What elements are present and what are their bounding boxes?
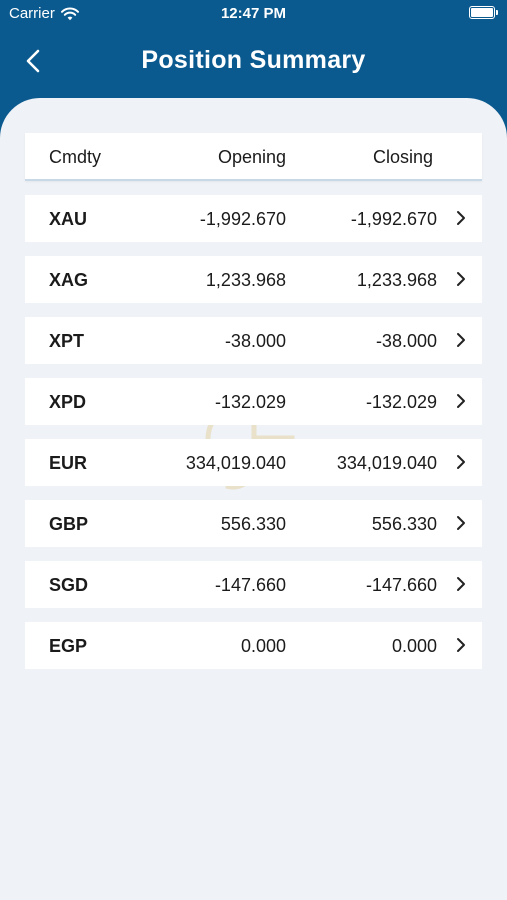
table-row[interactable]: SGD -147.660 -147.660 <box>25 561 482 608</box>
chevron-right-icon <box>457 638 465 652</box>
opening-value: -132.029 <box>214 392 286 412</box>
closing-value: -132.029 <box>365 392 437 412</box>
status-bar: Carrier 12:47 PM <box>0 0 507 28</box>
content-sheet: Cmdty Opening Closing XAU -1,992.670 -1,… <box>0 98 507 900</box>
closing-value: -147.660 <box>365 575 437 595</box>
chevron-right-icon <box>457 211 465 225</box>
table-row[interactable]: EUR 334,019.040 334,019.040 <box>25 439 482 486</box>
table-row[interactable]: XPT -38.000 -38.000 <box>25 317 482 364</box>
table-row[interactable]: XAG 1,233.968 1,233.968 <box>25 256 482 303</box>
opening-value: -147.660 <box>214 575 286 595</box>
chevron-right-icon <box>457 333 465 347</box>
commodity-code: XAG <box>49 270 89 290</box>
chevron-right-icon <box>457 577 465 591</box>
closing-value: 556.330 <box>371 514 437 534</box>
commodity-code: EUR <box>49 453 88 473</box>
opening-value: 0.000 <box>240 636 286 656</box>
chevron-right-icon <box>457 516 465 530</box>
opening-value: 1,233.968 <box>205 270 286 290</box>
table-header: Cmdty Opening Closing <box>25 133 482 181</box>
table-row[interactable]: XAU -1,992.670 -1,992.670 <box>25 195 482 242</box>
page-title: Position Summary <box>141 46 366 74</box>
header-opening: Opening <box>217 147 286 167</box>
status-time: 12:47 PM <box>220 5 287 22</box>
commodity-code: XPD <box>49 392 87 412</box>
opening-value: 556.330 <box>220 514 286 534</box>
commodity-code: XPT <box>49 331 85 351</box>
closing-value: -38.000 <box>375 331 437 351</box>
chevron-right-icon <box>457 394 465 408</box>
nav-bar: Position Summary <box>0 28 507 98</box>
commodity-code: GBP <box>49 514 89 534</box>
opening-value: -38.000 <box>224 331 286 351</box>
commodity-code: SGD <box>49 575 89 595</box>
table-row[interactable]: XPD -132.029 -132.029 <box>25 378 482 425</box>
closing-value: -1,992.670 <box>350 209 437 229</box>
opening-value: 334,019.040 <box>185 453 286 473</box>
commodity-code: EGP <box>49 636 88 656</box>
table-row[interactable]: GBP 556.330 556.330 <box>25 500 482 547</box>
chevron-right-icon <box>457 272 465 286</box>
closing-value: 0.000 <box>391 636 437 656</box>
closing-value: 334,019.040 <box>336 453 437 473</box>
header-closing: Closing <box>372 147 433 167</box>
opening-value: -1,992.670 <box>199 209 286 229</box>
closing-value: 1,233.968 <box>356 270 437 290</box>
battery-icon <box>469 6 498 19</box>
chevron-right-icon <box>457 455 465 469</box>
commodity-code: XAU <box>49 209 88 229</box>
table-row[interactable]: EGP 0.000 0.000 <box>25 622 482 669</box>
header-commodity: Cmdty <box>49 147 102 167</box>
